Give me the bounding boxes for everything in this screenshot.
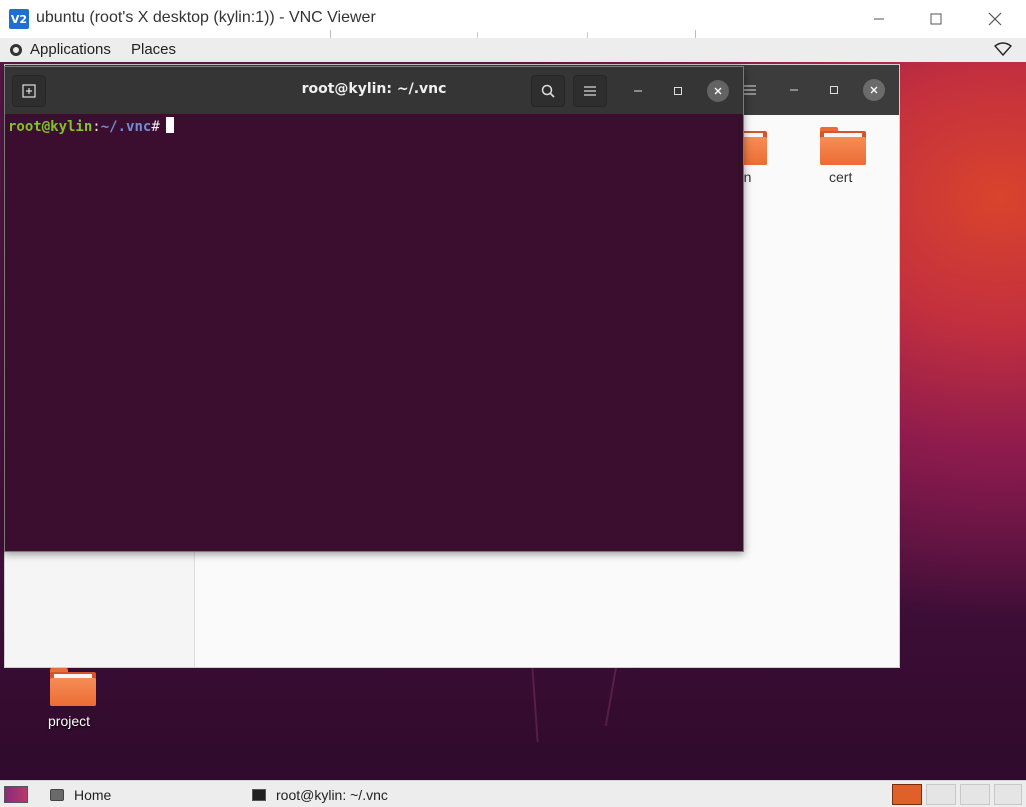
remote-desktop: Applications Places rn cert root@kylin: … xyxy=(0,38,1026,807)
vnc-logo-icon: V2 xyxy=(9,9,29,29)
applications-icon xyxy=(10,44,22,56)
minimize-icon xyxy=(790,89,798,91)
prompt-path: ~/.vnc xyxy=(100,119,152,135)
taskbar-item-home[interactable]: Home xyxy=(50,785,111,805)
file-manager-icon xyxy=(50,789,64,801)
taskbar-item-label: root@kylin: ~/.vnc xyxy=(276,787,388,803)
network-icon[interactable] xyxy=(994,42,1012,56)
workspace-4[interactable] xyxy=(994,784,1022,805)
prompt-colon: : xyxy=(92,119,101,135)
terminal-close-button[interactable] xyxy=(707,80,729,102)
terminal-maximize-button[interactable] xyxy=(667,80,689,102)
menu-icon xyxy=(584,86,596,96)
show-desktop-button[interactable] xyxy=(4,786,28,803)
minimize-icon xyxy=(634,90,642,92)
taskbar-item-label: Home xyxy=(74,787,112,803)
text-cursor xyxy=(165,117,174,133)
terminal-menu-button[interactable] xyxy=(573,75,607,107)
taskbar-item-terminal[interactable]: root@kylin: ~/.vnc xyxy=(252,785,388,805)
maximize-button[interactable] xyxy=(921,4,951,34)
window-title: ubuntu (root's X desktop (kylin:1)) - VN… xyxy=(36,9,376,26)
terminal-icon xyxy=(252,789,266,801)
bottom-panel: Home root@kylin: ~/.vnc xyxy=(0,780,1026,807)
maximize-icon xyxy=(930,13,942,25)
applications-menu[interactable]: Applications xyxy=(30,41,111,58)
terminal-scrollbar[interactable] xyxy=(737,114,743,551)
maximize-icon xyxy=(830,86,838,94)
close-button[interactable] xyxy=(980,4,1010,34)
prompt-user: root@kylin xyxy=(8,119,93,135)
menu-icon xyxy=(744,85,756,95)
folder-icon[interactable] xyxy=(820,127,866,165)
search-button[interactable] xyxy=(531,75,565,107)
terminal-header: root@kylin: ~/.vnc xyxy=(5,67,743,114)
vnc-titlebar: V2 ubuntu (root's X desktop (kylin:1)) -… xyxy=(0,0,1026,42)
top-panel: Applications Places xyxy=(0,38,1026,62)
terminal-minimize-button[interactable] xyxy=(627,80,649,102)
places-menu[interactable]: Places xyxy=(131,41,176,58)
fm-close-button[interactable] xyxy=(863,79,885,101)
terminal-output[interactable]: root@kylin:~/.vnc# xyxy=(5,114,743,551)
maximize-icon xyxy=(674,87,682,95)
minimize-icon xyxy=(874,18,884,20)
workspace-3[interactable] xyxy=(960,784,990,805)
close-icon xyxy=(714,87,722,95)
terminal-window: root@kylin: ~/.vnc root@kylin:~/.vnc# xyxy=(4,66,744,552)
close-icon xyxy=(988,12,1002,26)
minimize-button[interactable] xyxy=(864,4,894,34)
close-icon xyxy=(870,86,878,94)
folder-label[interactable]: cert xyxy=(829,169,852,185)
desktop-icon-label[interactable]: project xyxy=(48,713,90,729)
search-icon xyxy=(541,84,555,98)
fm-minimize-button[interactable] xyxy=(783,79,805,101)
workspace-2[interactable] xyxy=(926,784,956,805)
prompt-symbol: # xyxy=(151,119,160,135)
fm-maximize-button[interactable] xyxy=(823,79,845,101)
workspace-1[interactable] xyxy=(892,784,922,805)
desktop-folder-icon[interactable] xyxy=(50,668,96,706)
